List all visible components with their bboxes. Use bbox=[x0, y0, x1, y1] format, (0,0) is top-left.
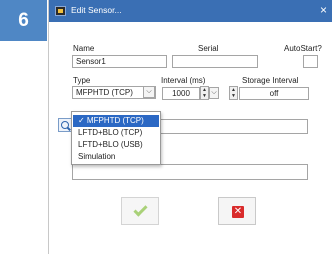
serial-field[interactable] bbox=[172, 55, 258, 68]
title-bar: Edit Sensor... × bbox=[49, 0, 332, 22]
interval-unit-dropdown[interactable]: ⌵ bbox=[209, 87, 219, 99]
interval-input[interactable]: 1000 bbox=[162, 87, 200, 100]
step-strip: 6 bbox=[0, 0, 47, 254]
spin-down-icon[interactable]: ▼ bbox=[201, 93, 208, 99]
cancel-icon: ✕ bbox=[232, 206, 244, 218]
close-icon[interactable]: × bbox=[320, 3, 327, 17]
dropdown-option-lftd-blo-usb[interactable]: LFTD+BLO (USB) bbox=[73, 139, 159, 151]
spin-down-icon[interactable]: ▼ bbox=[230, 93, 237, 99]
storage-interval-input[interactable]: off bbox=[239, 87, 309, 100]
storage-spinner[interactable]: ▲ ▼ bbox=[229, 86, 238, 100]
check-icon bbox=[133, 202, 148, 217]
window-title: Edit Sensor... bbox=[71, 5, 122, 15]
ok-button[interactable] bbox=[121, 197, 159, 225]
type-dropdown-list: ✓ MFPHTD (TCP) LFTD+BLO (TCP) LFTD+BLO (… bbox=[71, 111, 161, 165]
autostart-checkbox[interactable] bbox=[303, 55, 318, 68]
type-label: Type bbox=[73, 76, 91, 85]
search-icon[interactable] bbox=[58, 118, 72, 132]
app-icon bbox=[55, 6, 66, 16]
serial-label: Serial bbox=[198, 44, 219, 53]
storage-interval-label: Storage Interval bbox=[242, 76, 299, 85]
dropdown-option-lftd-blo-tcp[interactable]: LFTD+BLO (TCP) bbox=[73, 127, 159, 139]
name-label: Name bbox=[73, 44, 95, 53]
chevron-down-icon[interactable]: ⌵ bbox=[143, 86, 155, 98]
interval-spinner[interactable]: ▲ ▼ bbox=[200, 86, 209, 100]
step-number-badge: 6 bbox=[0, 0, 47, 41]
name-field[interactable]: Sensor1 bbox=[72, 55, 167, 68]
interval-label: Interval (ms) bbox=[161, 76, 206, 85]
cancel-button[interactable]: ✕ bbox=[218, 197, 256, 225]
extra-field-2[interactable] bbox=[72, 164, 308, 180]
dropdown-option-simulation[interactable]: Simulation bbox=[73, 151, 159, 163]
dropdown-option-mfphtd-tcp[interactable]: ✓ MFPHTD (TCP) bbox=[73, 115, 159, 127]
autostart-label: AutoStart? bbox=[284, 44, 322, 53]
